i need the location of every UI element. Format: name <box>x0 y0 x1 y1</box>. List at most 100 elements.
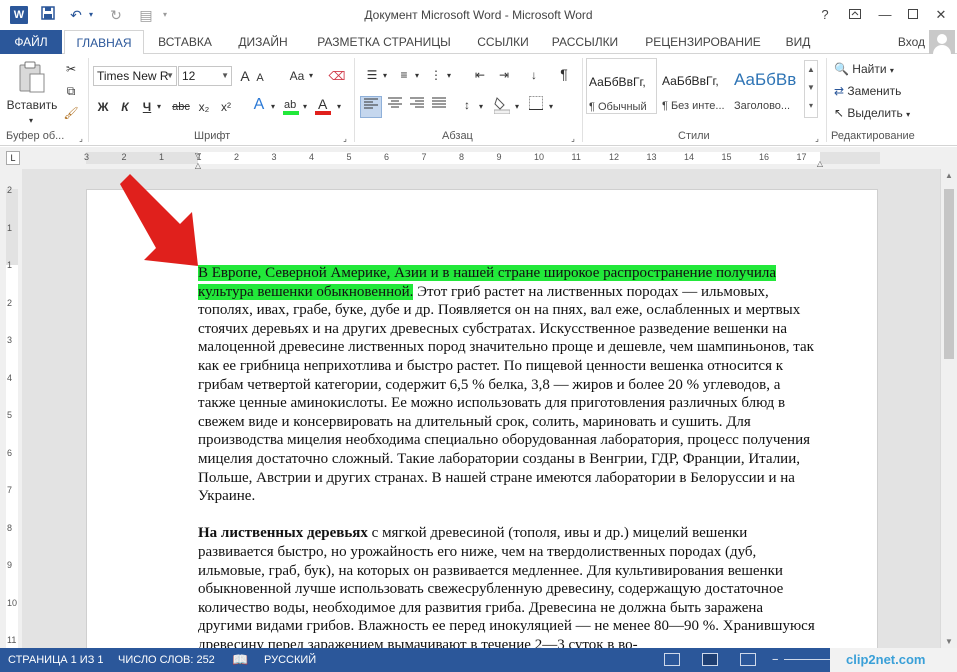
tab-view[interactable]: ВИД <box>778 30 818 54</box>
chevron-down-icon[interactable]: ▼ <box>166 67 174 85</box>
format-painter-icon[interactable]: 🖌 <box>62 104 80 122</box>
copy-icon[interactable]: ⧉ <box>62 82 80 100</box>
line-spacing-dropdown-icon[interactable]: ▾ <box>476 98 486 116</box>
svg-text:ab: ab <box>284 99 296 111</box>
language-status[interactable]: РУССКИЙ <box>264 648 316 672</box>
clipboard-launcher-icon[interactable]: ⌟ <box>76 130 86 148</box>
multilevel-dropdown-icon[interactable]: ▾ <box>444 67 454 85</box>
sort-icon[interactable]: ↓ <box>524 66 544 84</box>
underline-dropdown-icon[interactable]: ▾ <box>154 98 164 116</box>
bullets-dropdown-icon[interactable]: ▾ <box>380 67 390 85</box>
styles-launcher-icon[interactable]: ⌟ <box>812 130 822 148</box>
underline-button[interactable]: Ч <box>140 98 154 116</box>
strikethrough-button[interactable]: abc <box>170 98 192 116</box>
font-color-dropdown-icon[interactable]: ▾ <box>334 98 344 116</box>
change-case-dropdown-icon[interactable]: ▾ <box>306 67 316 85</box>
proofing-icon[interactable]: 📖 <box>232 648 248 672</box>
close-button[interactable]: ✕ <box>928 4 954 26</box>
tab-mailings[interactable]: РАССЫЛКИ <box>544 30 626 54</box>
scroll-up-icon[interactable]: ▲ <box>941 171 957 180</box>
font-launcher-icon[interactable]: ⌟ <box>340 130 350 148</box>
ruler-number: 4 <box>309 152 315 162</box>
maximize-button[interactable] <box>900 4 926 26</box>
font-color-icon[interactable]: A <box>314 96 332 116</box>
borders-dropdown-icon[interactable]: ▾ <box>546 98 556 116</box>
vertical-scrollbar[interactable]: ▲ ▼ <box>940 169 957 648</box>
more-styles-icon[interactable]: ▾ <box>805 97 817 115</box>
paragraph-text[interactable]: с мягкой древесиной (тополя, ивы и др.) … <box>198 525 815 648</box>
tab-page-layout[interactable]: РАЗМЕТКА СТРАНИЦЫ <box>306 30 462 54</box>
web-layout-icon[interactable] <box>740 653 756 666</box>
paste-dropdown-icon[interactable]: ▾ <box>24 112 38 130</box>
vertical-ruler[interactable]: 2 1 1 2 3 4 5 6 7 8 9 10 11 <box>0 169 22 649</box>
shrink-font-button[interactable]: A <box>254 69 266 87</box>
clear-formatting-icon[interactable]: ⌫ <box>328 67 346 85</box>
tab-review[interactable]: РЕЦЕНЗИРОВАНИЕ <box>634 30 772 54</box>
tab-references[interactable]: ССЫЛКИ <box>468 30 538 54</box>
print-layout-icon[interactable] <box>702 653 718 666</box>
tab-insert[interactable]: ВСТАВКА <box>150 30 220 54</box>
paragraph-1[interactable]: В Европе, Северной Америке, Азии и в наш… <box>198 264 818 506</box>
style-no-spacing[interactable]: АаБбВвГг, ¶ Без инте... <box>660 58 731 114</box>
help-button[interactable]: ? <box>812 4 838 26</box>
multilevel-list-icon[interactable]: ⋮ <box>426 66 446 84</box>
scroll-thumb[interactable] <box>944 189 954 359</box>
paragraph-text[interactable]: Этот гриб растет на лиственных породах —… <box>198 284 814 505</box>
style-heading-1[interactable]: АаБбВв Заголово... <box>732 58 802 114</box>
tab-home[interactable]: ГЛАВНАЯ <box>64 30 144 55</box>
numbering-dropdown-icon[interactable]: ▾ <box>412 67 422 85</box>
zoom-out-button[interactable]: − <box>772 648 778 672</box>
word-count-status[interactable]: ЧИСЛО СЛОВ: 252 <box>118 648 215 672</box>
align-right-icon[interactable] <box>406 96 428 118</box>
horizontal-ruler[interactable]: L 3 2 1 1 2 3 4 5 6 7 8 9 10 11 12 13 14 15 16 17 ▽ △ △ <box>0 147 957 170</box>
shading-icon[interactable] <box>492 96 512 116</box>
paragraph-launcher-icon[interactable]: ⌟ <box>568 130 578 148</box>
document-body[interactable]: В Европе, Северной Америке, Азии и в наш… <box>198 264 818 648</box>
chevron-down-icon[interactable]: ▼ <box>805 79 817 97</box>
increase-indent-icon[interactable]: ⇥ <box>494 66 514 84</box>
cut-icon[interactable]: ✂ <box>62 60 80 78</box>
chevron-up-icon[interactable]: ▲ <box>805 61 817 79</box>
bullets-icon[interactable]: ☰ <box>362 66 382 84</box>
read-mode-icon[interactable] <box>664 653 680 666</box>
line-spacing-icon[interactable]: ↕ <box>456 96 478 114</box>
find-button[interactable]: 🔍 Найти ▾ <box>834 60 894 80</box>
show-formatting-button[interactable]: ¶ <box>556 65 572 83</box>
highlight-dropdown-icon[interactable]: ▾ <box>300 98 310 116</box>
font-name-combo[interactable]: Times New R ▼ <box>93 66 177 86</box>
tab-stop-selector[interactable]: L <box>6 151 20 165</box>
superscript-button[interactable]: x² <box>218 98 234 116</box>
styles-gallery-scroll[interactable]: ▲ ▼ ▾ <box>804 60 818 118</box>
tab-file[interactable]: ФАЙЛ <box>0 30 62 54</box>
page-count-status[interactable]: СТРАНИЦА 1 ИЗ 1 <box>8 648 104 672</box>
numbering-icon[interactable]: ≡ <box>394 66 414 84</box>
subscript-button[interactable]: x₂ <box>196 98 212 116</box>
italic-button[interactable]: К <box>118 98 132 116</box>
bold-button[interactable]: Ж <box>96 98 110 116</box>
shading-dropdown-icon[interactable]: ▾ <box>512 98 522 116</box>
minimize-button[interactable]: — <box>872 4 898 26</box>
style-normal[interactable]: АаБбВвГг, ¶ Обычный <box>586 58 657 114</box>
change-case-button[interactable]: Aa <box>288 67 306 85</box>
tab-design[interactable]: ДИЗАЙН <box>228 30 298 54</box>
grow-font-button[interactable]: A <box>238 67 252 85</box>
user-avatar-icon[interactable] <box>929 30 955 56</box>
borders-icon[interactable] <box>526 96 546 116</box>
scroll-down-icon[interactable]: ▼ <box>941 637 957 646</box>
align-center-icon[interactable] <box>384 96 406 118</box>
replace-button[interactable]: ⇄ Заменить <box>834 82 901 100</box>
paste-icon[interactable] <box>10 60 54 98</box>
bold-text[interactable]: На лиственных деревьях <box>198 525 368 541</box>
align-left-icon[interactable] <box>360 96 382 118</box>
chevron-down-icon[interactable]: ▼ <box>221 67 229 85</box>
select-button[interactable]: ↖ Выделить ▾ <box>834 104 910 124</box>
ribbon-display-options-icon[interactable] <box>842 4 868 26</box>
font-size-combo[interactable]: 12 ▼ <box>178 66 232 86</box>
text-effects-dropdown-icon[interactable]: ▾ <box>268 98 278 116</box>
paragraph-2[interactable]: На лиственных деревьях с мягкой древесин… <box>198 524 818 648</box>
text-effects-icon[interactable]: A <box>250 96 268 114</box>
justify-icon[interactable] <box>428 96 450 118</box>
decrease-indent-icon[interactable]: ⇤ <box>470 66 490 84</box>
sign-in-link[interactable]: Вход <box>898 30 925 54</box>
highlight-color-icon[interactable]: ab <box>282 96 300 116</box>
